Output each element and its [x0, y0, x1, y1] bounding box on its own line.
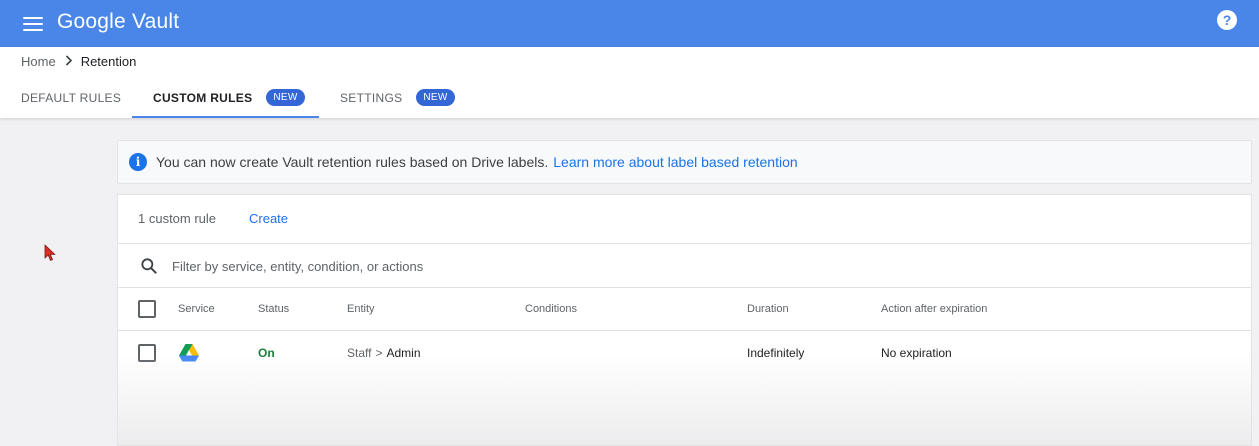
- info-banner: i You can now create Vault retention rul…: [117, 140, 1252, 184]
- rule-count: 1 custom rule: [138, 211, 217, 226]
- table-header: Service Status Entity Conditions Duratio…: [118, 288, 1251, 331]
- info-icon: i: [129, 153, 147, 171]
- new-badge: NEW: [266, 89, 305, 106]
- breadcrumb: Home Retention: [21, 54, 136, 69]
- column-header-duration[interactable]: Duration: [747, 288, 789, 330]
- select-all-cell: [138, 288, 156, 330]
- tab-label: CUSTOM RULES: [153, 90, 253, 105]
- sub-header: Home Retention DEFAULT RULES CUSTOM RULE…: [0, 47, 1259, 118]
- breadcrumb-current: Retention: [80, 54, 137, 69]
- chevron-right-icon: [65, 54, 73, 69]
- search-icon: [141, 258, 157, 274]
- panel-fade: [118, 355, 1251, 445]
- learn-more-link[interactable]: Learn more about label based retention: [553, 154, 797, 170]
- tab-settings[interactable]: SETTINGS NEW: [340, 77, 455, 118]
- tab-custom-rules[interactable]: CUSTOM RULES NEW: [153, 77, 305, 118]
- tab-bar: DEFAULT RULES CUSTOM RULES NEW SETTINGS …: [0, 77, 1259, 118]
- menu-icon[interactable]: [23, 16, 43, 31]
- filter-input[interactable]: [170, 254, 774, 278]
- column-header-service[interactable]: Service: [178, 288, 215, 330]
- app-title: Google Vault: [57, 9, 180, 33]
- tab-default-rules[interactable]: DEFAULT RULES: [21, 77, 121, 118]
- new-badge: NEW: [416, 89, 455, 106]
- breadcrumb-home[interactable]: Home: [21, 54, 56, 69]
- column-header-action[interactable]: Action after expiration: [881, 288, 987, 330]
- tab-label: SETTINGS: [340, 90, 403, 105]
- select-all-checkbox[interactable]: [138, 300, 156, 318]
- filter-row: [118, 244, 1251, 288]
- column-header-conditions[interactable]: Conditions: [525, 288, 577, 330]
- column-header-entity[interactable]: Entity: [347, 288, 375, 330]
- app-bar: Google Vault ?: [0, 0, 1259, 47]
- custom-rules-panel: 1 custom rule Create Service Status Enti…: [117, 194, 1252, 446]
- active-tab-indicator: [132, 116, 319, 118]
- tab-label: DEFAULT RULES: [21, 90, 122, 105]
- create-button[interactable]: Create: [249, 211, 288, 226]
- mouse-cursor-icon: [44, 244, 56, 262]
- help-icon[interactable]: ?: [1217, 10, 1237, 30]
- column-header-status[interactable]: Status: [258, 288, 289, 330]
- rules-toolbar: 1 custom rule Create: [118, 195, 1251, 244]
- banner-text: You can now create Vault retention rules…: [156, 154, 549, 170]
